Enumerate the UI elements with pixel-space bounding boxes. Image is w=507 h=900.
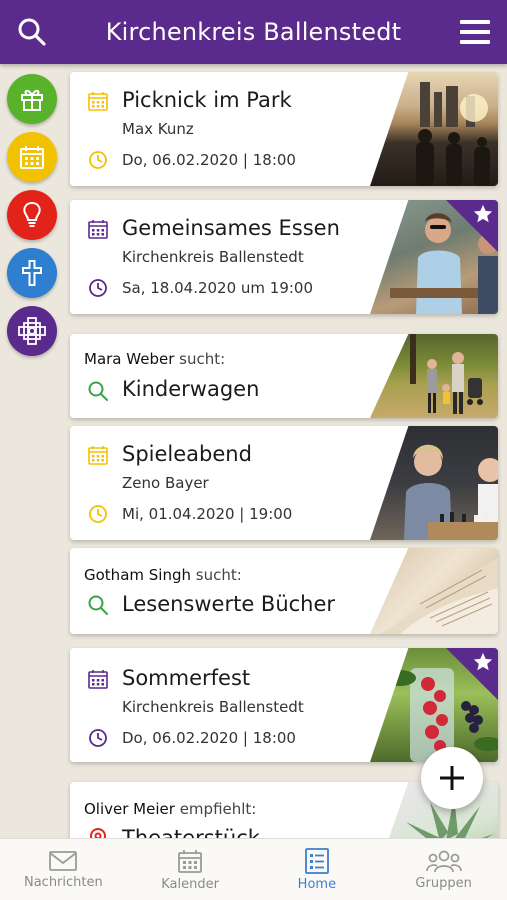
bottom-navigation: Nachrichten Kalender Home Gruppen [0, 838, 507, 900]
page-title: Kirchenkreis Ballenstedt [105, 18, 402, 46]
event-organizer: Max Kunz [122, 120, 194, 138]
category-faith-button[interactable] [7, 248, 57, 298]
tab-label: Nachrichten [23, 875, 103, 890]
clock-icon [89, 729, 107, 747]
mail-icon [49, 851, 78, 871]
clock-icon [89, 279, 107, 297]
star-icon [473, 204, 493, 223]
event-image [370, 426, 498, 540]
author-verb: sucht: [195, 566, 242, 584]
tab-kalender[interactable]: Kalender [127, 839, 254, 900]
search-author-line: Gotham Singh sucht: [84, 566, 242, 584]
calendar-icon [88, 446, 108, 465]
search-card[interactable]: Mara Weber sucht: Kinderwagen [70, 334, 498, 418]
search-icon [88, 381, 108, 401]
author-verb: empfiehlt: [179, 800, 257, 818]
event-organizer: Kirchenkreis Ballenstedt [122, 248, 304, 266]
group-icon [425, 850, 462, 873]
event-title: Sommerfest [122, 666, 251, 690]
calendar-icon [88, 92, 108, 111]
author-name: Gotham Singh [84, 566, 191, 584]
tab-home[interactable]: Home [254, 839, 381, 900]
search-author-line: Mara Weber sucht: [84, 350, 225, 368]
search-title: Kinderwagen [122, 377, 260, 401]
calendar-icon [178, 850, 203, 873]
tab-label: Kalender [161, 877, 219, 892]
search-icon [18, 18, 46, 46]
recommendation-author-line: Oliver Meier empfiehlt: [84, 800, 256, 818]
plus-icon [440, 766, 464, 790]
category-bar [7, 74, 59, 364]
clock-icon [89, 505, 107, 523]
clock-icon [89, 151, 107, 169]
menu-button[interactable] [443, 0, 507, 64]
search-image [370, 334, 498, 418]
tab-label: Home [297, 877, 337, 892]
event-title: Picknick im Park [122, 88, 292, 112]
search-icon [88, 595, 108, 615]
calendar-icon [20, 146, 44, 169]
event-card[interactable]: Spieleabend Zeno Bayer Mi, 01.04.2020 | … [70, 426, 498, 540]
hamburger-menu-icon [460, 20, 490, 44]
search-image [370, 548, 498, 634]
event-organizer: Zeno Bayer [122, 474, 209, 492]
event-card-featured[interactable]: Gemeinsames Essen Kirchenkreis Ballenste… [70, 200, 498, 314]
search-button[interactable] [0, 0, 64, 64]
lightbulb-icon [23, 201, 41, 227]
search-title: Lesenswerte Bücher [122, 592, 336, 616]
event-date: Do, 06.02.2020 | 18:00 [122, 151, 296, 169]
event-card-featured[interactable]: Sommerfest Kirchenkreis Ballenstedt Do, … [70, 648, 498, 762]
calendar-icon [88, 670, 108, 689]
search-card[interactable]: Gotham Singh sucht: Lesenswerte Bücher [70, 548, 498, 634]
event-organizer: Kirchenkreis Ballenstedt [122, 698, 304, 716]
event-title: Gemeinsames Essen [122, 216, 340, 240]
celtic-cross-icon [18, 317, 46, 345]
category-ideas-button[interactable] [7, 190, 57, 240]
category-gifts-button[interactable] [7, 74, 57, 124]
event-image [370, 72, 498, 186]
category-community-button[interactable] [7, 306, 57, 356]
event-date: Do, 06.02.2020 | 18:00 [122, 729, 296, 747]
star-icon [473, 652, 493, 671]
event-date: Sa, 18.04.2020 um 19:00 [122, 279, 314, 297]
tab-gruppen[interactable]: Gruppen [380, 839, 507, 900]
list-icon [304, 848, 329, 874]
author-verb: sucht: [179, 350, 226, 368]
calendar-icon [88, 220, 108, 239]
tab-nachrichten[interactable]: Nachrichten [0, 839, 127, 900]
add-button[interactable] [421, 747, 483, 809]
category-calendar-button[interactable] [7, 132, 57, 182]
gift-icon [21, 89, 43, 111]
event-date: Mi, 01.04.2020 | 19:00 [122, 505, 293, 523]
author-name: Oliver Meier [84, 800, 175, 818]
event-title: Spieleabend [122, 442, 252, 466]
author-name: Mara Weber [84, 350, 175, 368]
cross-icon [22, 260, 42, 286]
tab-label: Gruppen [415, 876, 472, 891]
app-header: Kirchenkreis Ballenstedt [0, 0, 507, 64]
event-card[interactable]: Picknick im Park Max Kunz Do, 06.02.2020… [70, 72, 498, 186]
